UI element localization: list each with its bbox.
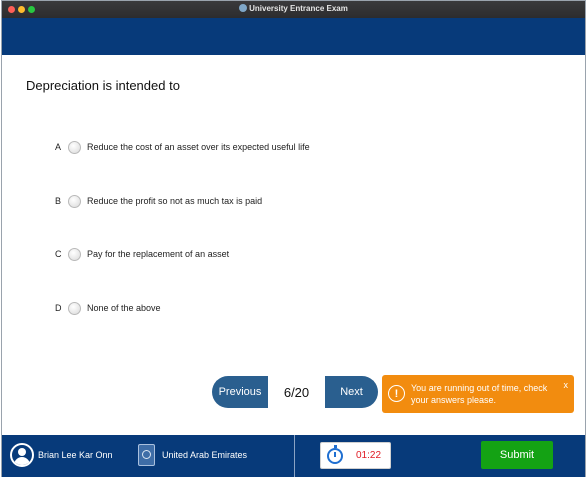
app-header bbox=[2, 18, 585, 55]
option-letter: C bbox=[55, 249, 62, 259]
user-avatar-icon bbox=[10, 443, 34, 467]
toast-close-button[interactable]: x bbox=[564, 380, 569, 390]
previous-button[interactable]: Previous bbox=[212, 376, 268, 408]
window-title-text: University Entrance Exam bbox=[249, 4, 348, 13]
option-letter: B bbox=[55, 196, 62, 206]
option-d[interactable]: D None of the above bbox=[55, 300, 161, 316]
footer-divider bbox=[294, 435, 295, 477]
option-c[interactable]: C Pay for the replacement of an asset bbox=[55, 246, 229, 262]
country-name: United Arab Emirates bbox=[162, 450, 248, 460]
toast-message: You are running out of time, check your … bbox=[411, 383, 548, 405]
footer-bar: Brian Lee Kar Onn United Arab Emirates 0… bbox=[2, 435, 585, 477]
stopwatch-icon bbox=[327, 445, 343, 464]
question-counter: 6/20 bbox=[283, 384, 310, 400]
globe-icon bbox=[239, 4, 248, 12]
title-bar: University Entrance Exam bbox=[2, 1, 585, 18]
option-text: Pay for the replacement of an asset bbox=[87, 249, 230, 259]
radio-button[interactable] bbox=[68, 301, 81, 315]
countdown-timer: 01:22 bbox=[320, 442, 391, 469]
radio-button[interactable] bbox=[68, 140, 81, 154]
time-warning-toast: ! You are running out of time, check you… bbox=[382, 375, 574, 413]
window-title: University Entrance Exam bbox=[2, 4, 585, 13]
option-a[interactable]: A Reduce the cost of an asset over its e… bbox=[55, 139, 310, 155]
user-name: Brian Lee Kar Onn bbox=[38, 450, 113, 460]
exclamation-icon: ! bbox=[388, 385, 405, 402]
timer-value: 01:22 bbox=[356, 450, 382, 461]
option-letter: D bbox=[55, 303, 62, 313]
submit-button[interactable]: Submit bbox=[481, 441, 553, 469]
option-letter: A bbox=[55, 142, 62, 152]
option-text: Reduce the profit so not as much tax is … bbox=[87, 196, 263, 206]
option-text: Reduce the cost of an asset over its exp… bbox=[87, 142, 310, 152]
option-b[interactable]: B Reduce the profit so not as much tax i… bbox=[55, 193, 262, 209]
passport-icon bbox=[138, 444, 155, 466]
next-button[interactable]: Next bbox=[325, 376, 378, 408]
option-text: None of the above bbox=[87, 303, 161, 313]
radio-button[interactable] bbox=[68, 194, 81, 208]
question-text: Depreciation is intended to bbox=[26, 78, 180, 93]
radio-button[interactable] bbox=[68, 247, 81, 261]
app-window: University Entrance Exam Depreciation is… bbox=[1, 0, 586, 477]
